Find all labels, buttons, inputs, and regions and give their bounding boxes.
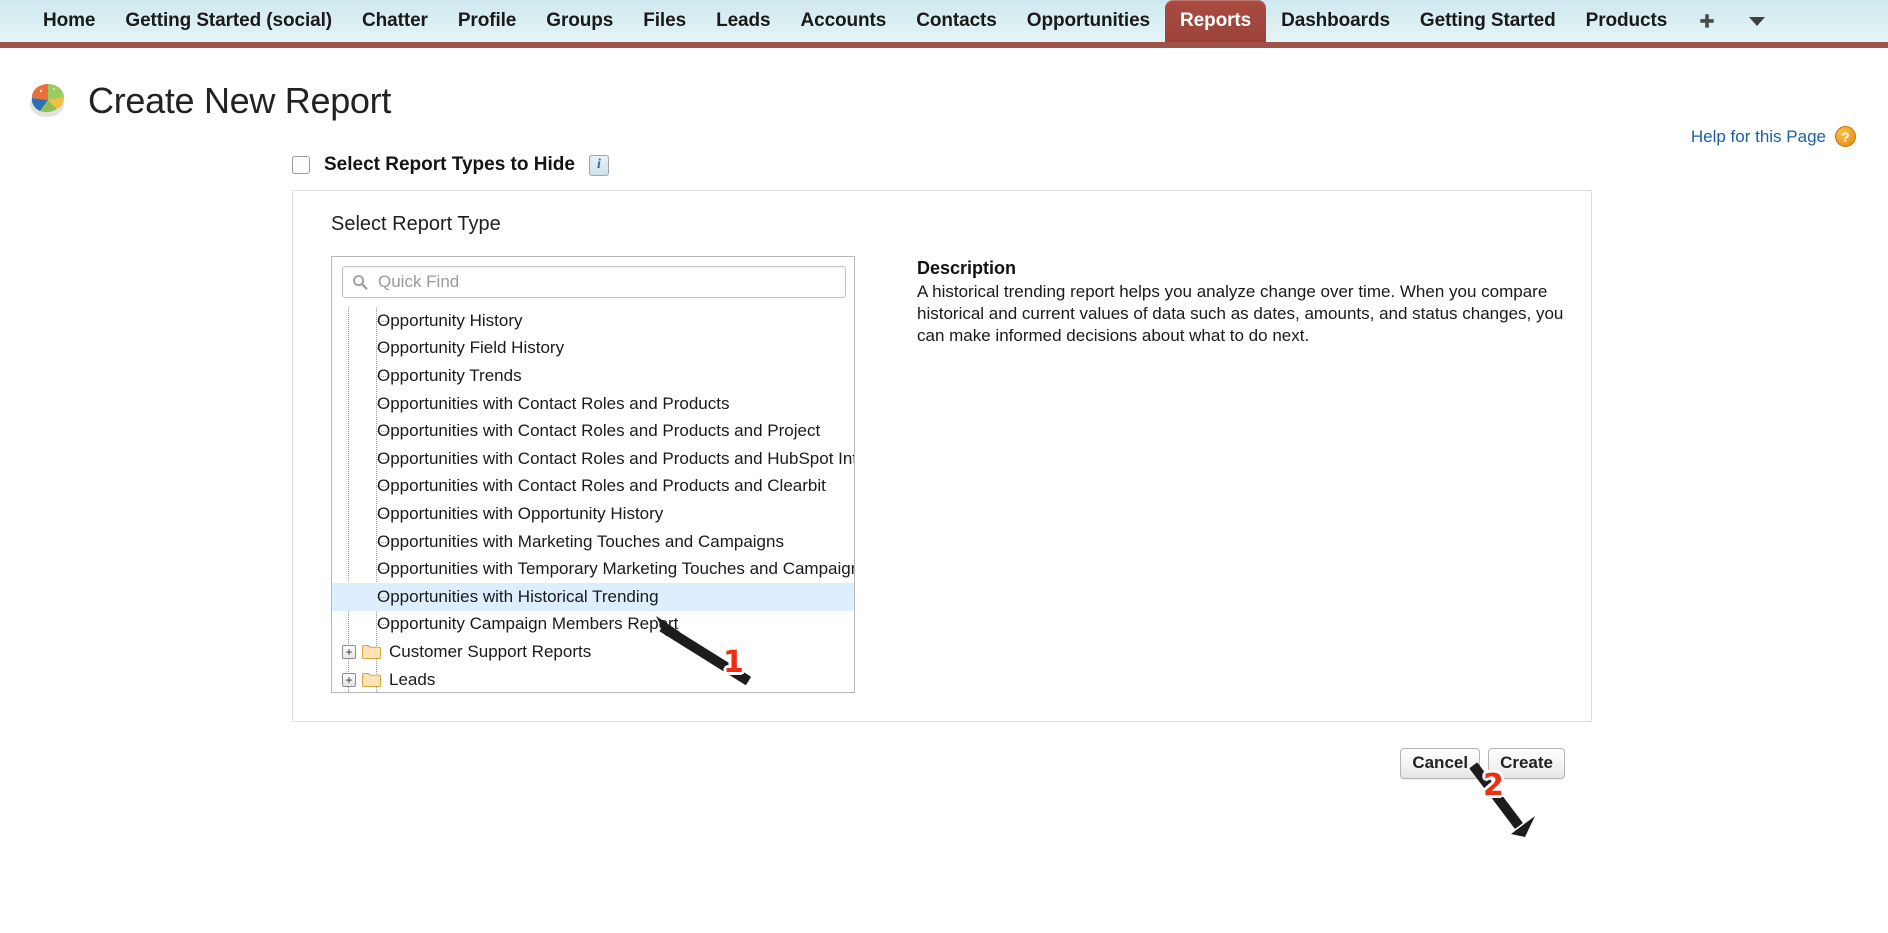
tree-connector — [377, 348, 388, 350]
nav-tab-groups[interactable]: Groups — [531, 0, 628, 42]
tree-item[interactable]: Opportunity Campaign Members Report — [332, 611, 854, 639]
report-type-tree-scroll[interactable]: Opportunity History Opportunity Field His… — [332, 307, 854, 692]
more-tabs-button[interactable] — [1732, 0, 1782, 42]
folder-icon — [362, 645, 381, 660]
folder-icon — [362, 673, 381, 688]
plus-icon — [1700, 14, 1714, 28]
nav-tab-profile[interactable]: Profile — [443, 0, 531, 42]
tree-item[interactable]: Opportunities with Contact Roles and Pro… — [332, 417, 854, 445]
expand-folder-icon[interactable]: + — [342, 644, 356, 659]
hide-report-types-checkbox[interactable] — [292, 156, 310, 174]
tree-item-label: Opportunities with Contact Roles and Pro… — [377, 476, 826, 496]
tree-connector — [377, 375, 388, 377]
tree-item[interactable]: Opportunities with Contact Roles and Pro… — [332, 390, 854, 418]
nav-tab-files[interactable]: Files — [628, 0, 701, 42]
tree-item[interactable]: Opportunities with Temporary Marketing T… — [332, 555, 854, 583]
tree-connector — [377, 513, 388, 515]
nav-tab-products[interactable]: Products — [1571, 0, 1683, 42]
main-navigation-bar: Home Getting Started (social) Chatter Profi… — [0, 0, 1888, 48]
hide-report-types-label: Select Report Types to Hide — [324, 154, 575, 175]
description-heading: Description — [917, 258, 1017, 278]
tree-connector — [377, 431, 388, 433]
nav-tab-contacts[interactable]: Contacts — [901, 0, 1012, 42]
panel-footer-buttons: Cancel Create — [1400, 748, 1565, 779]
page-header: Create New Report Help for this Page ? — [0, 48, 1888, 147]
tree-connector — [377, 486, 388, 488]
cancel-button[interactable]: Cancel — [1400, 748, 1481, 779]
expand-folder-icon[interactable]: + — [342, 672, 356, 687]
quick-find-input[interactable] — [376, 271, 836, 293]
tree-item[interactable]: Opportunities with Marketing Touches and… — [332, 528, 854, 556]
tree-item-label: Opportunities with Marketing Touches and… — [377, 531, 784, 551]
tree-item-label: Opportunity Field History — [377, 338, 565, 358]
tree-folder-item[interactable]: + Customer Support Reports — [332, 638, 854, 666]
nav-tab-home[interactable]: Home — [28, 0, 110, 42]
tree-item[interactable]: Opportunities with Contact Roles and Pro… — [332, 473, 854, 501]
nav-tab-chatter[interactable]: Chatter — [347, 0, 443, 42]
tree-connector — [377, 541, 388, 543]
nav-tab-dashboards[interactable]: Dashboards — [1266, 0, 1405, 42]
tree-item-label: Customer Support Reports — [389, 641, 592, 661]
select-report-types-to-hide-row: Select Report Types to Hide i — [292, 154, 1888, 176]
tree-connector — [377, 596, 388, 598]
tree-connector — [377, 569, 388, 571]
tree-item-label: Opportunities with Contact Roles and Pro… — [377, 448, 854, 468]
annotation-arrowhead-2 — [1511, 816, 1535, 837]
help-link-label: Help for this Page — [1690, 126, 1826, 146]
report-type-tree-container: Opportunity History Opportunity Field His… — [331, 256, 855, 693]
nav-tab-getting-started[interactable]: Getting Started — [1405, 0, 1571, 42]
tree-item[interactable]: Opportunities with Opportunity History — [332, 500, 854, 528]
tree-item[interactable]: Opportunity History — [332, 307, 854, 335]
tree-connector — [377, 320, 388, 322]
question-mark-icon: ? — [1835, 126, 1856, 147]
chevron-down-icon — [1749, 17, 1766, 26]
tree-item-selected[interactable]: Opportunities with Historical Trending — [332, 582, 854, 611]
create-button[interactable]: Create — [1488, 748, 1565, 779]
tree-connector — [377, 458, 388, 460]
tree-folder-item[interactable]: + Leads — [332, 666, 854, 692]
search-icon — [353, 275, 368, 290]
description-text: A historical trending report helps you a… — [917, 282, 1564, 346]
nav-tab-list: Home Getting Started (social) Chatter Profi… — [28, 0, 1682, 42]
description-panel: Description A historical trending report… — [917, 256, 1577, 693]
nav-tab-reports[interactable]: Reports — [1165, 0, 1267, 42]
tree-item-label: Opportunities with Opportunity History — [377, 503, 664, 523]
tree-item[interactable]: Opportunity Field History — [332, 335, 854, 363]
tree-item-label: Opportunity Campaign Members Report — [377, 614, 679, 634]
page-title: Create New Report — [88, 80, 392, 121]
tree-item-label: Opportunity Trends — [377, 365, 522, 385]
pie-chart-icon — [30, 83, 65, 117]
tree-item[interactable]: Opportunities with Contact Roles and Pro… — [332, 445, 854, 473]
tree-connector — [377, 624, 388, 626]
nav-tab-getting-started-social[interactable]: Getting Started (social) — [110, 0, 347, 42]
tree-item-label: Opportunities with Historical Trending — [377, 586, 659, 606]
panel-title: Select Report Type — [331, 213, 501, 235]
select-report-type-panel: Select Report Type Opportunity HistoryOp… — [292, 190, 1592, 779]
add-tab-button[interactable] — [1682, 0, 1732, 42]
tree-item-label: Opportunities with Contact Roles and Pro… — [377, 421, 821, 441]
quick-find-bar — [332, 257, 854, 306]
report-type-tree: Opportunity History Opportunity Field His… — [332, 307, 854, 692]
tree-item-label: Opportunity History — [377, 310, 523, 330]
info-icon[interactable]: i — [588, 154, 609, 176]
tree-item[interactable]: Opportunity Trends — [332, 362, 854, 390]
tree-item-label: Leads — [389, 669, 436, 689]
help-for-this-page-link[interactable]: Help for this Page ? — [1691, 126, 1856, 147]
nav-tab-accounts[interactable]: Accounts — [785, 0, 901, 42]
tree-item-label: Opportunities with Temporary Marketing T… — [377, 559, 854, 579]
nav-tab-leads[interactable]: Leads — [701, 0, 785, 42]
nav-tab-opportunities[interactable]: Opportunities — [1012, 0, 1165, 42]
tree-item-label: Opportunities with Contact Roles and Pro… — [377, 393, 730, 413]
tree-connector — [377, 403, 388, 405]
quick-find-field[interactable] — [342, 266, 846, 298]
